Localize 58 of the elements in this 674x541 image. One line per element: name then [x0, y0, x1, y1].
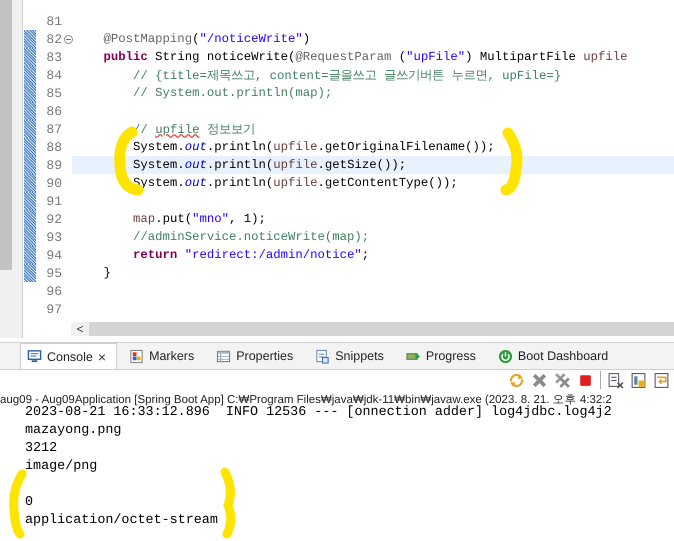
scroll-left-button[interactable]: <: [71, 322, 89, 336]
highlighter-mark: [220, 468, 236, 538]
panel-tab[interactable]: Console ×: [20, 343, 118, 369]
line-number: 81: [45, 14, 62, 28]
scroll-lock-icon[interactable]: [630, 372, 647, 388]
line-number: 89: [45, 158, 62, 172]
code-line: System.out.println(upfile.getOriginalFilename());: [132, 140, 495, 154]
panel-tab[interactable]: Markers: [123, 343, 204, 369]
close-icon[interactable]: ×: [98, 348, 106, 364]
line-number: 82: [45, 32, 62, 46]
line-number: 84: [45, 68, 62, 82]
code-line: public String noticeWrite(@RequestParam ("upFile") MultipartFile upfile: [102, 50, 628, 64]
panel-tab[interactable]: Properties: [210, 343, 304, 369]
line-number: 86: [45, 104, 62, 118]
collapse-icon[interactable]: [64, 34, 72, 44]
highlighter-mark: [500, 128, 522, 196]
monitor-icon: [27, 349, 42, 364]
code-line: // System.out.println(map);: [132, 86, 332, 100]
line-number: 83: [45, 50, 62, 64]
line-number: 85: [45, 86, 62, 100]
scrollbar[interactable]: [0, 0, 23, 338]
table-icon: [216, 348, 232, 364]
line-number: 90: [45, 176, 62, 190]
line-number: 93: [45, 230, 62, 244]
console-line: image/png: [25, 458, 98, 476]
process-label: aug09 - Aug09Application [Spring Boot App] C:₩Program Files₩java₩jdk-11₩bin₩javaw.exe (2023. 8. 21. 오후 4:32:2: [0, 393, 612, 406]
panel-tab[interactable]: Progress: [400, 343, 486, 369]
console-line: mazayong.png: [25, 422, 122, 440]
markers-icon: [129, 348, 144, 364]
line-number: 92: [45, 212, 62, 226]
clear-console-icon[interactable]: [607, 372, 624, 388]
line-number: 87: [45, 122, 62, 136]
panel-tab[interactable]: Boot Dashboard: [492, 343, 618, 369]
line-number: 88: [45, 140, 62, 154]
line-number: 97: [45, 302, 62, 316]
code-line: //adminService.noticeWrite(map);: [132, 230, 370, 244]
code-line: return "redirect:/admin/notice";: [132, 248, 370, 262]
highlighter-mark: [9, 470, 26, 538]
line-number: 96: [45, 284, 62, 298]
horizontal-scrollbar[interactable]: <: [71, 322, 674, 336]
console-line: application/octet-stream: [25, 512, 219, 530]
code-line: @PostMapping("/noticeWrite"): [102, 32, 310, 46]
code-line: // {title=제목쓰고, content=글을쓰고 글쓰기버튼 누르면, upFile=}: [132, 68, 562, 84]
console-line: 3212: [25, 440, 58, 458]
remove-all-icon[interactable]: [554, 372, 571, 388]
console-line: 0: [25, 494, 34, 512]
line-number: 95: [45, 266, 62, 280]
code-line: System.out.println(upfile.getSize());: [132, 158, 406, 172]
code-line: }: [102, 266, 111, 280]
snippet-icon: [315, 348, 330, 364]
code-line: map.put("mno", 1);: [132, 212, 266, 226]
remove-icon[interactable]: [531, 372, 548, 388]
power-icon: [498, 348, 513, 364]
line-number: 91: [45, 194, 62, 208]
word-wrap-icon[interactable]: [653, 372, 670, 388]
console-line: 2023-08-21 16:33:12.896 INFO 12536 --- [onnection adder] log4jdbc.log4j2: [25, 405, 613, 422]
panel-tab[interactable]: Snippets: [309, 343, 394, 369]
line-number: 94: [45, 248, 62, 262]
